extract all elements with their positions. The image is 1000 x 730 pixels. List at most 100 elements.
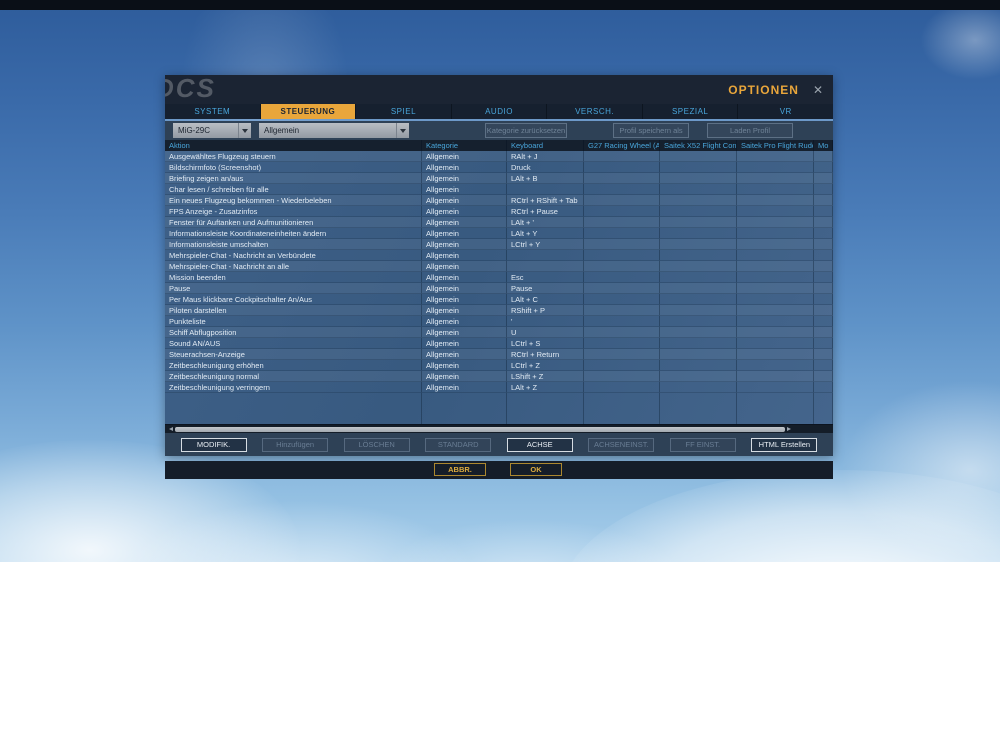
table-row[interactable]: Bildschirmfoto (Screenshot)AllgemeinDruc… [165,162,833,173]
cell-device [737,151,814,162]
cell-device [814,294,833,305]
cell-category: Allgemein [422,305,507,316]
tab-vr[interactable]: VR [738,104,833,119]
table-row[interactable]: FPS Anzeige - ZusatzinfosAllgemeinRCtrl … [165,206,833,217]
standard-button[interactable]: STANDARD [425,438,491,452]
table-row[interactable]: Mission beendenAllgemeinEsc [165,272,833,283]
table-row[interactable]: Schiff AbflugpositionAllgemeinU [165,327,833,338]
cell-device [660,283,737,294]
ff-einst-button[interactable]: FF EINST. [670,438,736,452]
table-row[interactable]: Zeitbeschleunigung verringernAllgemeinLA… [165,382,833,393]
cell-device [737,371,814,382]
horizontal-scrollbar[interactable] [165,424,833,433]
table-row[interactable]: Mehrspieler-Chat - Nachricht an alleAllg… [165,261,833,272]
cell-device [737,162,814,173]
cell-device [584,272,660,283]
table-row[interactable]: PunktelisteAllgemein' [165,316,833,327]
table-row[interactable]: Briefing zeigen an/ausAllgemeinLAlt + B [165,173,833,184]
table-row[interactable]: Sound AN/AUSAllgemeinLCtrl + S [165,338,833,349]
cell-device [584,173,660,184]
cell-keyboard: LAlt + C [507,294,584,305]
cell-device [660,261,737,272]
cell-action: Zeitbeschleunigung verringern [165,382,422,393]
cell-device [584,195,660,206]
options-dialog: DCS OPTIONEN ✕ SYSTEMSTEUERUNGSPIELAUDIO… [165,75,833,456]
tab-system[interactable]: SYSTEM [165,104,260,119]
tab-versch[interactable]: VERSCH. [547,104,642,119]
cell-device [814,272,833,283]
table-row[interactable]: Steuerachsen-AnzeigeAllgemeinRCtrl + Ret… [165,349,833,360]
table-row[interactable]: Zeitbeschleunigung normalAllgemeinLShift… [165,371,833,382]
category-dropdown[interactable]: Allgemein [259,123,409,138]
cell-keyboard: Pause [507,283,584,294]
cell-keyboard: Esc [507,272,584,283]
cell-category: Allgemein [422,261,507,272]
table-row[interactable]: Ein neues Flugzeug bekommen - Wiederbele… [165,195,833,206]
table-row[interactable]: Per Maus klickbare Cockpitschalter An/Au… [165,294,833,305]
cell-category: Allgemein [422,294,507,305]
cell-device [814,360,833,371]
cell-keyboard: LCtrl + Z [507,360,584,371]
achse-button[interactable]: ACHSE [507,438,573,452]
column-header: G27 Racing Wheel (AC [584,140,660,151]
column-header: Saitek X52 Flight Cont [660,140,737,151]
cell-device [814,261,833,272]
cell-keyboard [507,184,584,195]
table-row[interactable]: Zeitbeschleunigung erhöhenAllgemeinLCtrl… [165,360,833,371]
table-row[interactable]: Piloten darstellenAllgemeinRShift + P [165,305,833,316]
table-row[interactable]: Char lesen / schreiben für alleAllgemein [165,184,833,195]
load-profile-button[interactable]: Laden Profil [707,123,793,138]
cell-device [584,261,660,272]
controls-strip: MiG-29C Allgemein Kategorie zurücksetzen… [165,121,833,140]
cell-device [814,327,833,338]
cell-device [660,327,737,338]
cell-keyboard: RShift + P [507,305,584,316]
table-row[interactable]: Mehrspieler-Chat - Nachricht an Verbünde… [165,250,833,261]
table-row[interactable]: Ausgewähltes Flugzeug steuernAllgemeinRA… [165,151,833,162]
cell-device [814,217,833,228]
top-letterbox-strip [0,0,1000,10]
cancel-button[interactable]: ABBR. [434,463,486,476]
tab-spezial[interactable]: SPEZIAL [643,104,738,119]
tab-audio[interactable]: AUDIO [452,104,547,119]
l-schen-button[interactable]: LÖSCHEN [344,438,410,452]
cell-category: Allgemein [422,151,507,162]
achseneinst-button[interactable]: ACHSENEINST. [588,438,654,452]
cell-action: Zeitbeschleunigung normal [165,371,422,382]
scroll-left-icon[interactable] [165,425,173,434]
scrollbar-thumb[interactable] [175,427,785,432]
cell-category: Allgemein [422,206,507,217]
scroll-right-icon[interactable] [787,425,795,434]
close-icon[interactable]: ✕ [813,83,833,97]
save-profile-button[interactable]: Profil speichern als [613,123,689,138]
empty-cell [507,393,584,424]
cell-keyboard: RCtrl + Return [507,349,584,360]
table-row[interactable]: PauseAllgemeinPause [165,283,833,294]
cell-device [584,162,660,173]
table-row[interactable]: Informationsleiste umschaltenAllgemeinLC… [165,239,833,250]
cell-keyboard: ' [507,316,584,327]
html-erstellen-button[interactable]: HTML Erstellen [751,438,817,452]
hinzuf-gen-button[interactable]: Hinzufügen [262,438,328,452]
modifik-button[interactable]: MODIFIK. [181,438,247,452]
tab-steuerung[interactable]: STEUERUNG [261,104,356,119]
chevron-down-icon [396,123,409,138]
cell-device [584,283,660,294]
cell-device [584,294,660,305]
cell-device [737,327,814,338]
table-row[interactable]: Informationsleiste Koordinateneinheiten … [165,228,833,239]
cell-category: Allgemein [422,382,507,393]
cell-action: Ausgewähltes Flugzeug steuern [165,151,422,162]
cell-device [737,338,814,349]
tab-spiel[interactable]: SPIEL [356,104,451,119]
ok-button[interactable]: OK [510,463,562,476]
reset-category-button[interactable]: Kategorie zurücksetzen [485,123,567,138]
dialog-titlebar: DCS OPTIONEN ✕ [165,75,833,104]
aircraft-dropdown[interactable]: MiG-29C [173,123,251,138]
table-row[interactable]: Fenster für Auftanken und Aufmunitionier… [165,217,833,228]
cell-category: Allgemein [422,250,507,261]
cell-device [814,228,833,239]
cell-action: Ein neues Flugzeug bekommen - Wiederbele… [165,195,422,206]
cell-device [584,338,660,349]
cell-action: Mehrspieler-Chat - Nachricht an Verbünde… [165,250,422,261]
